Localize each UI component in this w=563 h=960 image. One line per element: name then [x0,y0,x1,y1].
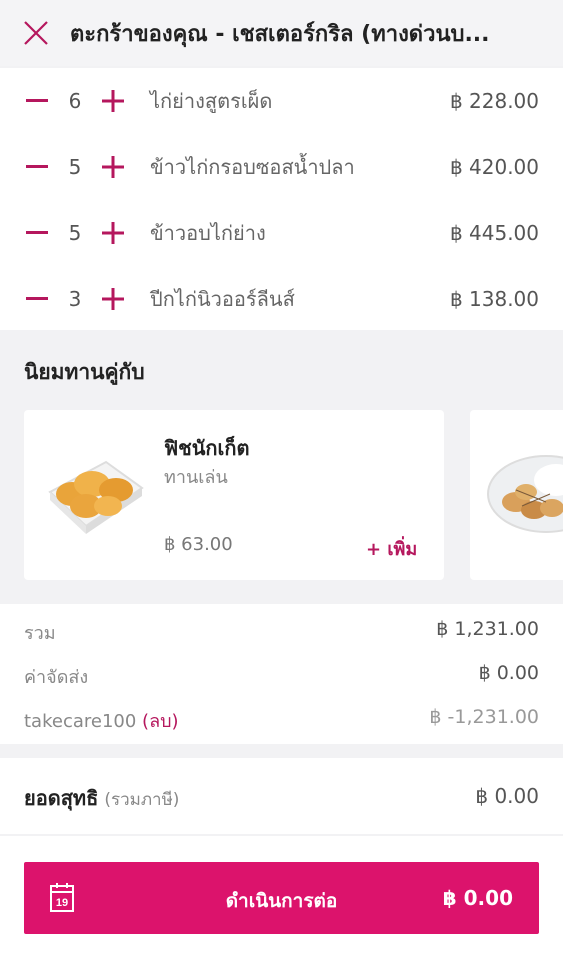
header-bar: ตะกร้าของคุณ - เชสเตอร์กริล (ทางด่วนบ... [0,0,563,66]
increase-qty-button[interactable] [98,147,128,187]
item-price: ฿ 228.00 [449,89,539,113]
checkout-button[interactable]: 19 ดำเนินการต่อ ฿ 0.00 [24,862,539,934]
increase-qty-button[interactable] [98,81,128,121]
subtotal-label: รวม [24,623,56,644]
recommendation-price: ฿ 63.00 [164,534,233,555]
item-name: ไก่ย่างสูตรเผ็ด [150,89,273,113]
net-total-label-group: ยอดสุทธิ (รวมภาษี) [24,782,179,814]
item-name: ปีกไก่นิวออร์ลีนส์ [150,287,295,311]
plus-icon [102,288,124,310]
decrease-qty-button[interactable] [22,279,52,319]
item-price: ฿ 445.00 [449,221,539,245]
recommendation-section: นิยมทานคู่กับ ฟิชนักเก็ต ทานเล่น ฿ 63.00… [0,330,563,602]
cart-item-row: 3 ปีกไก่นิวออร์ลีนส์ ฿ 138.00 [0,266,563,332]
minus-icon [26,165,48,168]
minus-icon [26,231,48,234]
promo-label: takecare100 (ลบ) [24,706,179,735]
delivery-row: ค่าจัดส่ง ฿ 0.00 [0,652,563,696]
recommendation-card[interactable]: ฟิชนักเก็ต ทานเล่น ฿ 63.00 + เพิ่ม [24,410,444,580]
cart-item-row: 5 ข้าวอบไก่ย่าง ฿ 445.00 [0,200,563,266]
chicken-rice-image [487,455,563,533]
page-title: ตะกร้าของคุณ - เชสเตอร์กริล (ทางด่วนบ... [70,21,490,47]
divider [0,746,563,756]
add-recommendation-button[interactable]: + เพิ่ม [366,534,417,563]
delivery-label: ค่าจัดส่ง [24,667,89,688]
item-name: ข้าวไก่กรอบซอสน้ำปลา [150,155,355,179]
item-quantity: 5 [68,155,82,179]
item-price: ฿ 138.00 [449,287,539,311]
close-icon [24,21,48,45]
item-quantity: 3 [68,287,82,311]
cart-items-panel: 6 ไก่ย่างสูตรเผ็ด ฿ 228.00 5 ข้าวไก่กรอบ… [0,68,563,330]
remove-promo-link[interactable]: (ลบ) [142,711,179,732]
close-button[interactable] [8,5,64,61]
minus-icon [26,99,48,102]
item-quantity: 6 [68,89,82,113]
fish-nugget-image [48,460,144,534]
net-total-row: ยอดสุทธิ (รวมภาษี) ฿ 0.00 [0,758,563,834]
promo-code: takecare100 [24,711,137,732]
recommendation-category: ทานเล่น [164,467,228,488]
increase-qty-button[interactable] [98,279,128,319]
bottom-bar: 19 ดำเนินการต่อ ฿ 0.00 [0,836,563,960]
decrease-qty-button[interactable] [22,213,52,253]
item-quantity: 5 [68,221,82,245]
recommendation-card-partial[interactable] [470,410,563,580]
item-price: ฿ 420.00 [449,155,539,179]
subtotal-row: รวม ฿ 1,231.00 [0,608,563,652]
decrease-qty-button[interactable] [22,81,52,121]
checkout-total: ฿ 0.00 [442,886,513,910]
subtotal-value: ฿ 1,231.00 [436,618,539,640]
promo-value: ฿ -1,231.00 [429,706,539,728]
plus-icon [102,222,124,244]
net-total-label: ยอดสุทธิ [24,786,99,810]
item-name: ข้าวอบไก่ย่าง [150,221,266,245]
delivery-value: ฿ 0.00 [478,662,539,684]
cart-item-row: 6 ไก่ย่างสูตรเผ็ด ฿ 228.00 [0,68,563,134]
minus-icon [26,297,48,300]
recommendation-name: ฟิชนักเก็ต [164,436,250,460]
order-summary: รวม ฿ 1,231.00 ค่าจัดส่ง ฿ 0.00 takecare… [0,604,563,744]
increase-qty-button[interactable] [98,213,128,253]
decrease-qty-button[interactable] [22,147,52,187]
cart-item-row: 5 ข้าวไก่กรอบซอสน้ำปลา ฿ 420.00 [0,134,563,200]
plus-icon [102,90,124,112]
promo-row: takecare100 (ลบ) ฿ -1,231.00 [0,696,563,740]
recommendation-heading: นิยมทานคู่กับ [24,360,145,384]
net-total-value: ฿ 0.00 [475,784,539,808]
plus-icon [102,156,124,178]
tax-note: (รวมภาษี) [104,790,180,810]
